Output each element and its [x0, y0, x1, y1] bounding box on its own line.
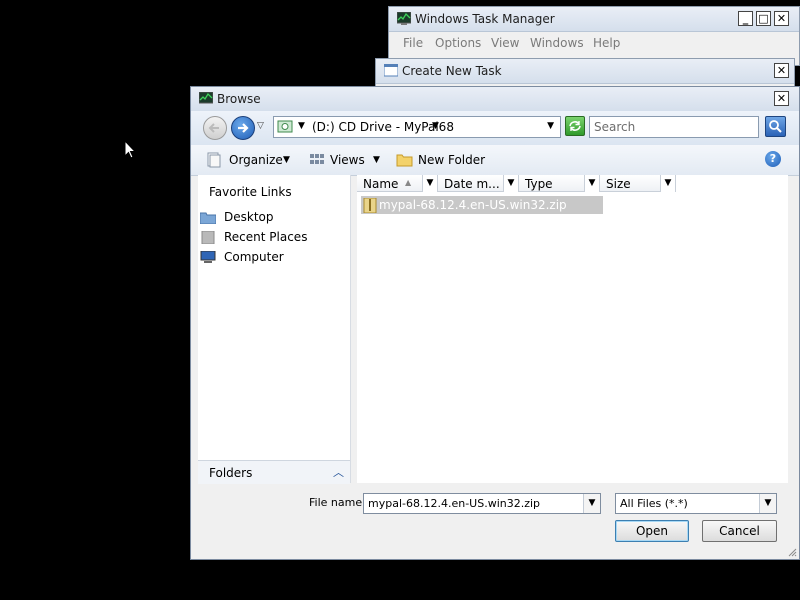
- help-button[interactable]: ?: [765, 151, 781, 167]
- task-manager-title: Windows Task Manager: [415, 12, 555, 26]
- menu-view[interactable]: View: [491, 36, 519, 50]
- new-folder-icon: [396, 154, 413, 167]
- views-button[interactable]: Views: [330, 153, 365, 167]
- task-manager-icon: [397, 12, 411, 25]
- column-filter-dropdown-icon[interactable]: ▼: [504, 175, 519, 192]
- search-placeholder: Search: [594, 120, 636, 134]
- close-button[interactable]: ✕: [774, 63, 789, 78]
- forward-arrow-icon: [238, 123, 249, 133]
- browse-titlebar[interactable]: Browse ✕: [191, 87, 799, 112]
- browse-dialog: Browse ✕ ▽ ▼ (D:) CD Drive - MyPal68 ▼ ▼…: [190, 86, 800, 560]
- close-button[interactable]: ✕: [774, 11, 789, 26]
- refresh-button[interactable]: [565, 116, 585, 136]
- back-arrow-icon: [208, 123, 219, 133]
- dialog-footer: File name: mypal-68.12.4.en-US.win32.zip…: [191, 484, 799, 559]
- search-button[interactable]: [765, 116, 786, 137]
- folders-label: Folders: [209, 466, 253, 480]
- desktop-folder-icon: [200, 212, 216, 224]
- column-header-size[interactable]: Size: [600, 175, 661, 192]
- favorite-link-label: Recent Places: [224, 230, 308, 244]
- favorite-link-label: Desktop: [224, 210, 274, 224]
- back-button[interactable]: [203, 116, 227, 140]
- address-history-dropdown-icon[interactable]: ▼: [547, 121, 554, 131]
- navigation-pane: Favorite Links Desktop Recent Places Com…: [198, 175, 351, 483]
- file-type-select[interactable]: All Files (*.*) ▼: [615, 493, 777, 514]
- menu-file[interactable]: File: [403, 36, 423, 50]
- column-header-type[interactable]: Type: [519, 175, 585, 192]
- menu-options[interactable]: Options: [435, 36, 481, 50]
- minimize-button[interactable]: _: [738, 11, 753, 26]
- menu-help[interactable]: Help: [593, 36, 620, 50]
- file-name-label: File name:: [309, 496, 366, 509]
- menu-windows[interactable]: Windows: [530, 36, 584, 50]
- search-input[interactable]: Search: [589, 116, 759, 138]
- column-label: Date m...: [444, 177, 500, 191]
- address-separator-icon[interactable]: ▼: [298, 121, 305, 131]
- organize-icon: [207, 152, 221, 168]
- browse-icon: [199, 92, 213, 104]
- file-type-value: All Files (*.*): [620, 497, 688, 510]
- column-label: Type: [525, 177, 553, 191]
- file-type-dropdown-icon[interactable]: ▼: [759, 494, 776, 513]
- organize-button[interactable]: Organize: [229, 153, 283, 167]
- open-button[interactable]: Open: [615, 520, 689, 542]
- file-name-value: mypal-68.12.4.en-US.win32.zip: [368, 497, 541, 510]
- address-path-dropdown-icon[interactable]: ▼: [432, 121, 439, 131]
- mouse-cursor-icon: [124, 140, 136, 159]
- zip-file-icon: [363, 198, 377, 213]
- file-name-field[interactable]: mypal-68.12.4.en-US.win32.zip ▼: [363, 493, 601, 514]
- create-new-task-window: Create New Task ✕: [375, 58, 795, 88]
- column-header-date-modified[interactable]: Date m...: [438, 175, 504, 192]
- create-new-task-titlebar[interactable]: Create New Task ✕: [376, 59, 794, 84]
- create-new-task-title: Create New Task: [402, 64, 502, 78]
- chevron-up-icon: ︿: [333, 466, 344, 479]
- views-icon: [310, 154, 324, 164]
- cd-drive-icon: [277, 120, 293, 133]
- help-icon: ?: [769, 152, 777, 165]
- favorite-link-computer[interactable]: Computer: [198, 249, 348, 267]
- file-list: Name ▲ ▼ Date m... ▼ Type ▼ Size ▼ mypal…: [357, 175, 788, 483]
- create-task-icon: [384, 64, 398, 77]
- recent-pages-chevron-icon[interactable]: ▽: [257, 121, 264, 131]
- column-filter-dropdown-icon[interactable]: ▼: [423, 175, 438, 192]
- file-name-dropdown-icon[interactable]: ▼: [583, 494, 600, 513]
- column-label: Size: [606, 177, 631, 191]
- views-dropdown-icon[interactable]: ▼: [373, 155, 380, 165]
- cancel-button[interactable]: Cancel: [702, 520, 777, 542]
- resize-grip-icon[interactable]: [787, 547, 797, 557]
- computer-icon: [200, 251, 216, 263]
- column-filter-dropdown-icon[interactable]: ▼: [585, 175, 600, 192]
- favorite-link-recent-places[interactable]: Recent Places: [198, 229, 348, 247]
- address-bar[interactable]: ▼ (D:) CD Drive - MyPal68 ▼ ▼: [273, 116, 561, 138]
- favorite-link-label: Computer: [224, 250, 284, 264]
- file-name: mypal-68.12.4.en-US.win32.zip: [379, 198, 567, 212]
- sort-ascending-icon: ▲: [405, 178, 412, 187]
- folders-toggle[interactable]: Folders ︿: [198, 460, 350, 485]
- maximize-button[interactable]: □: [756, 11, 771, 26]
- navigation-bar: ▽ ▼ (D:) CD Drive - MyPal68 ▼ ▼ Search: [191, 111, 799, 145]
- column-label: Name: [363, 177, 399, 191]
- forward-button[interactable]: [231, 116, 255, 140]
- favorite-link-desktop[interactable]: Desktop: [198, 209, 348, 227]
- refresh-icon: [569, 121, 581, 131]
- organize-dropdown-icon[interactable]: ▼: [283, 155, 290, 165]
- list-item[interactable]: mypal-68.12.4.en-US.win32.zip: [361, 196, 603, 214]
- column-filter-dropdown-icon[interactable]: ▼: [661, 175, 676, 192]
- new-folder-button[interactable]: New Folder: [418, 153, 485, 167]
- task-manager-titlebar[interactable]: Windows Task Manager _ □ ✕: [389, 7, 799, 32]
- search-icon: [769, 120, 782, 133]
- browse-title: Browse: [217, 92, 261, 106]
- recent-places-icon: [201, 231, 215, 244]
- task-manager-window: Windows Task Manager _ □ ✕ File Options …: [388, 6, 800, 66]
- close-button[interactable]: ✕: [774, 91, 789, 106]
- command-bar: Organize ▼ Views ▼ New Folder ?: [191, 145, 799, 176]
- column-header-name[interactable]: Name ▲: [357, 175, 423, 192]
- favorite-links-header: Favorite Links: [209, 185, 292, 199]
